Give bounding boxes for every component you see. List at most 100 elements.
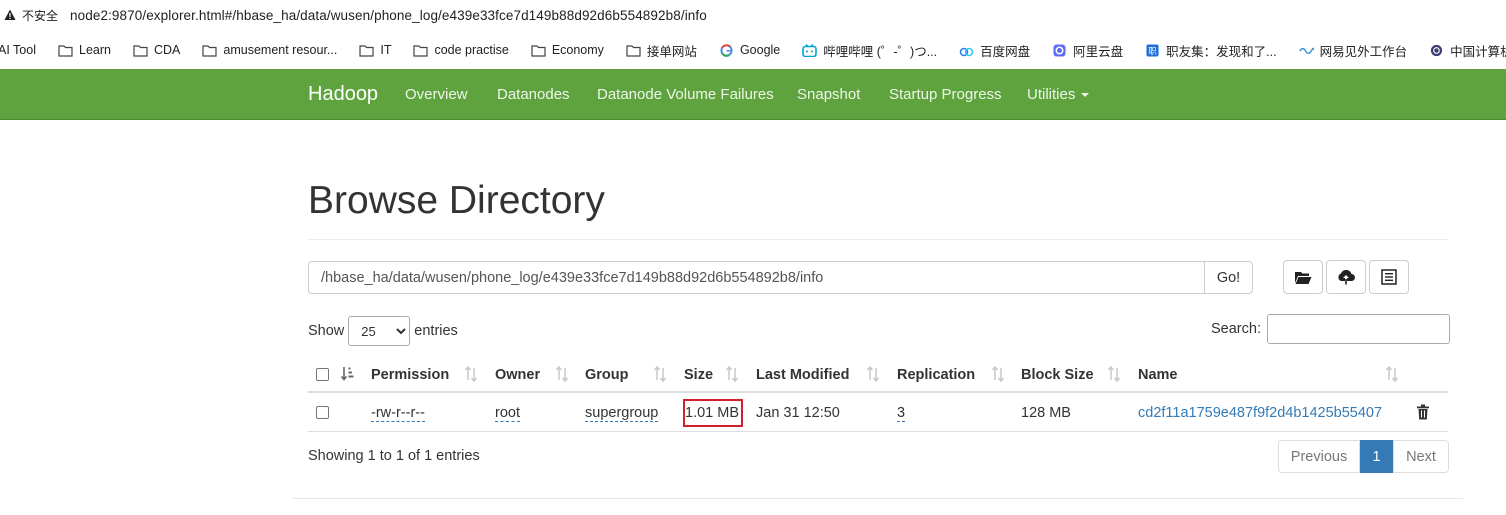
- nav-utilities-dropdown[interactable]: Utilities: [1027, 86, 1090, 103]
- nav-overview[interactable]: Overview: [405, 86, 468, 103]
- show-label: Show: [308, 323, 345, 339]
- bookmark-label: 职友集：发现和了...: [1166, 44, 1277, 59]
- entries-label: entries: [414, 323, 458, 339]
- col-owner[interactable]: Owner: [495, 367, 540, 383]
- bookmark-label: Economy: [551, 43, 604, 57]
- hadoop-navbar: Hadoop Overview Datanodes Datanode Volum…: [0, 69, 1506, 120]
- sort-icon[interactable]: [866, 366, 880, 382]
- col-block-size[interactable]: Block Size: [1021, 367, 1094, 383]
- bookmark-label: IT: [380, 43, 392, 57]
- bookmark-amusement[interactable]: amusement resour...: [202, 43, 337, 57]
- bookmark-label: 哔哩哔哩 (゜-゜)つ...: [823, 44, 938, 59]
- page-size-select[interactable]: 25: [348, 316, 411, 346]
- bookmark-bilibili[interactable]: 哔哩哔哩 (゜-゜)つ...: [802, 41, 937, 60]
- sort-icon[interactable]: [1107, 366, 1121, 382]
- col-group[interactable]: Group: [585, 367, 629, 383]
- address-bar[interactable]: 不安全 node2:9870/explorer.html#/hbase_ha/d…: [0, 0, 1506, 30]
- folder-icon: [413, 44, 429, 57]
- row-checkbox[interactable]: [316, 406, 329, 419]
- security-label: 不安全: [22, 8, 59, 23]
- warning-icon: [4, 9, 16, 20]
- bookmark-label: 中国计算机技术: [1450, 44, 1506, 59]
- table-header: Permission Owner Group Size Last Modifie…: [308, 358, 1448, 393]
- divider: [308, 239, 1448, 240]
- sort-icon[interactable]: [1385, 366, 1399, 382]
- bookmark-label: 网易见外工作台: [1319, 44, 1408, 59]
- bookmark-economy[interactable]: Economy: [531, 43, 604, 57]
- bookmark-baidu-pan[interactable]: 百度网盘: [959, 41, 1030, 60]
- file-name-link[interactable]: cd2f11a1759e487f9f2d4b1425b55407: [1138, 405, 1382, 421]
- search-label: Search:: [1211, 321, 1261, 337]
- bookmark-learn[interactable]: Learn: [58, 43, 111, 57]
- previous-page-button[interactable]: Previous: [1278, 440, 1360, 473]
- caret-down-icon: [1081, 93, 1090, 98]
- bookmark-label: code practise: [434, 43, 509, 57]
- bookmark-label: Google: [739, 43, 781, 57]
- search-input[interactable]: [1266, 314, 1450, 344]
- sort-icon[interactable]: [991, 366, 1005, 382]
- owner-value[interactable]: root: [495, 405, 520, 422]
- bookmark-ai-tool[interactable]: AI Tool: [0, 43, 36, 57]
- bilibili-icon: [802, 43, 818, 57]
- brand-link[interactable]: Hadoop: [308, 83, 378, 106]
- nav-datanode-volume-failures[interactable]: Datanode Volume Failures: [597, 86, 774, 103]
- select-all-checkbox[interactable]: [316, 368, 329, 381]
- permission-value[interactable]: -rw-r--r--: [371, 405, 425, 422]
- go-button[interactable]: Go!: [1204, 261, 1253, 294]
- bookmark-label: 阿里云盘: [1073, 44, 1124, 59]
- folder-icon: [133, 44, 148, 57]
- pagination: Previous 1 Next: [1278, 440, 1449, 473]
- bookmark-google[interactable]: Google: [719, 43, 780, 57]
- next-page-button[interactable]: Next: [1393, 440, 1449, 473]
- nav-datanodes[interactable]: Datanodes: [497, 86, 570, 103]
- col-permission[interactable]: Permission: [371, 367, 449, 383]
- page-1-button[interactable]: 1: [1360, 440, 1393, 473]
- bookmark-netease[interactable]: 网易见外工作台: [1298, 41, 1408, 60]
- svg-text:职: 职: [1149, 45, 1157, 55]
- nav-snapshot[interactable]: Snapshot: [797, 86, 860, 103]
- folder-icon: [58, 44, 73, 57]
- page-length-control: Show 25 entries: [308, 316, 458, 346]
- bookmark-label: AI Tool: [0, 43, 36, 57]
- group-value[interactable]: supergroup: [585, 405, 659, 422]
- bookmark-code-practise[interactable]: code practise: [413, 43, 509, 57]
- sort-icon[interactable]: [464, 366, 478, 382]
- bookmark-jiedan[interactable]: 接单网站: [626, 41, 697, 60]
- page-title: Browse Directory: [308, 179, 605, 222]
- col-replication[interactable]: Replication: [897, 367, 975, 383]
- directory-path-input[interactable]: /hbase_ha/data/wusen/phone_log/e439e33fc…: [308, 261, 1205, 294]
- footer-divider: [293, 498, 1463, 499]
- bookmark-it[interactable]: IT: [359, 43, 391, 57]
- bookmarks-bar: AI Tool Learn CDA amusement resour... IT…: [0, 36, 1506, 64]
- bookmark-label: amusement resour...: [223, 43, 338, 57]
- sort-icon[interactable]: [555, 366, 569, 382]
- bookmark-ccf[interactable]: 中国计算机技术: [1429, 41, 1506, 60]
- security-indicator[interactable]: 不安全: [4, 7, 58, 24]
- url-text[interactable]: node2:9870/explorer.html#/hbase_ha/data/…: [70, 8, 707, 23]
- col-last-modified[interactable]: Last Modified: [756, 367, 849, 383]
- sort-icon[interactable]: [725, 366, 739, 382]
- cut-paste-list-button[interactable]: [1369, 260, 1409, 294]
- bookmark-label: Learn: [79, 43, 111, 57]
- bookmark-cda[interactable]: CDA: [133, 43, 180, 57]
- folder-icon: [626, 44, 641, 57]
- create-directory-button[interactable]: [1283, 260, 1323, 294]
- bookmark-label: 接单网站: [646, 44, 697, 59]
- size-value: 1.01 MB: [685, 405, 739, 421]
- last-modified-value: Jan 31 12:50: [756, 405, 840, 421]
- upload-button[interactable]: [1326, 260, 1366, 294]
- sort-amount-asc-icon[interactable]: [341, 366, 355, 382]
- cloud-upload-icon: [1338, 269, 1355, 285]
- netease-icon: [1298, 47, 1314, 54]
- bookmark-jobui[interactable]: 职职友集：发现和了...: [1145, 41, 1277, 60]
- folder-icon: [531, 44, 546, 57]
- google-icon: [720, 43, 733, 57]
- nav-startup-progress[interactable]: Startup Progress: [889, 86, 1002, 103]
- replication-value[interactable]: 3: [897, 405, 906, 422]
- bookmark-aliyun-pan[interactable]: 阿里云盘: [1052, 41, 1123, 60]
- col-name[interactable]: Name: [1138, 367, 1178, 383]
- sort-icon[interactable]: [653, 366, 667, 382]
- trash-icon[interactable]: [1416, 404, 1430, 420]
- col-size[interactable]: Size: [684, 367, 713, 383]
- aliyun-pan-icon: [1053, 43, 1066, 57]
